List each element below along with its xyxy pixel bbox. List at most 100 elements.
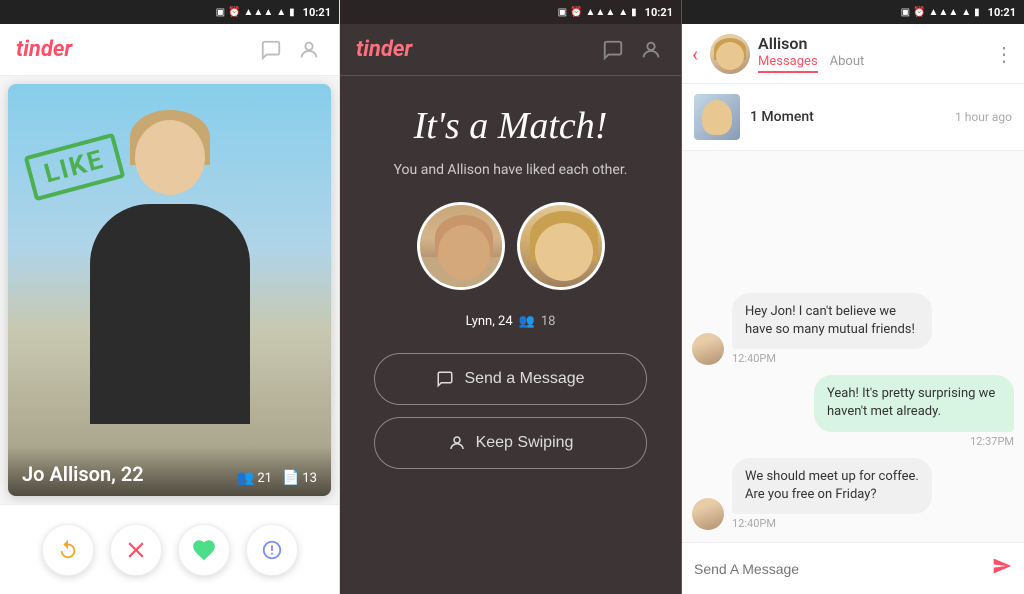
wifi-icon-2: ▲ [618,7,628,18]
boost-button[interactable] [246,524,298,576]
chat-avatar-img [710,34,750,74]
msg-bubble-2: Yeah! It's pretty surprising we haven't … [814,375,1014,431]
like-button[interactable] [178,524,230,576]
moment-row[interactable]: 1 Moment 1 hour ago [682,84,1024,151]
send-message-button[interactable]: Send a Message [374,353,647,405]
match-title: It's a Match! [414,106,608,148]
battery-icon: ▮ [289,7,295,18]
chat-input-bar [682,542,1024,594]
status-bar-3: ▣ ⏰ ▲▲▲ ▲ ▮ 10:21 [682,0,1024,24]
avatar-face [716,42,744,70]
mutual-friends-count: 21 [257,471,272,486]
chat-header-info: Allison Messages About [758,34,986,73]
msg-time-1: 12:40PM [732,352,932,365]
send-button[interactable] [992,556,1012,582]
action-bar [0,504,339,594]
match-avatar-male [417,202,505,290]
person-face [135,120,205,195]
msg-avatar-img-3 [692,498,724,530]
msg-time-3: 12:40PM [732,517,932,530]
message-row-3: We should meet up for coffee. Are you fr… [692,458,1014,530]
alarm-icon: ⏰ [228,7,240,18]
time-display-3: 10:21 [988,6,1016,19]
messages-list[interactable]: 1 Moment 1 hour ago Hey Jon! I can't bel… [682,84,1024,542]
moment-thumbnail [694,94,740,140]
msg-col-3: We should meet up for coffee. Are you fr… [732,458,932,530]
msg-text-1: Hey Jon! I can't believe we have so many… [745,304,915,337]
send-message-label: Send a Message [464,370,584,388]
nope-button[interactable] [110,524,162,576]
card-meta: 👥 21 📄 13 [237,470,317,486]
message-row-1: Hey Jon! I can't believe we have so many… [692,293,1014,365]
moment-label: 1 Moment [750,109,945,125]
male-head [438,225,490,280]
msg-col-1: Hey Jon! I can't believe we have so many… [732,293,932,365]
sim-icon-2: ▣ [558,7,567,18]
moment-image [694,94,740,140]
battery-icon-3: ▮ [974,7,980,18]
time-display-1: 10:21 [303,6,331,19]
more-options-button[interactable]: ⋮ [994,42,1014,66]
chat-avatar [710,34,750,74]
match-content: It's a Match! You and Allison have liked… [340,76,681,594]
msg-bubble-3: We should meet up for coffee. Are you fr… [732,458,932,514]
back-button[interactable]: ‹ [692,42,698,66]
battery-icon-2: ▮ [631,7,637,18]
chat-icon-1[interactable] [257,36,285,64]
msg-col-2: Yeah! It's pretty surprising we haven't … [814,375,1014,447]
name-partial: Jo [22,462,49,486]
msg-avatar-img-1 [692,333,724,365]
card-area[interactable]: LIKE Jo Allison, 22 👥 21 📄 13 [0,76,339,504]
status-icons-1: ▣ ⏰ ▲▲▲ ▲ ▮ [216,7,295,18]
chat-icon-2[interactable] [599,36,627,64]
friends-meta: 👥 21 [237,470,272,486]
panel-match: ▣ ⏰ ▲▲▲ ▲ ▮ 10:21 tinder It's a Match! Y… [340,0,682,594]
profile-icon-1[interactable] [295,36,323,64]
match-card-name: Lynn, 24 [466,314,513,329]
person-head-area [125,102,215,202]
tinder-logo-2: tinder [356,37,589,62]
mutual-icon: 📄 [282,470,299,486]
moment-person [702,100,732,135]
chat-header: ‹ Allison Messages About ⋮ [682,24,1024,84]
msg-text-2: Yeah! It's pretty surprising we haven't … [827,386,995,419]
sim-icon: ▣ [216,7,225,18]
panel-swipe: ▣ ⏰ ▲▲▲ ▲ ▮ 10:21 tinder [0,0,340,594]
signal-icon-3: ▲▲▲ [929,7,959,18]
status-icons-3: ▣ ⏰ ▲▲▲ ▲ ▮ [901,7,980,18]
msg-bubble-1: Hey Jon! I can't believe we have so many… [732,293,932,349]
match-card-info: Lynn, 24 👥 18 [466,314,556,329]
top-bar-1: tinder [0,24,339,76]
status-bar-1: ▣ ⏰ ▲▲▲ ▲ ▮ 10:21 [0,0,339,24]
card-name: Jo Allison, 22 [22,462,144,486]
profile-icon-2[interactable] [637,36,665,64]
chat-input[interactable] [694,561,984,577]
alarm-icon-2: ⏰ [570,7,582,18]
sim-icon-3: ▣ [901,7,910,18]
tab-messages[interactable]: Messages [758,54,818,73]
alarm-icon-3: ⏰ [913,7,925,18]
status-bar-2: ▣ ⏰ ▲▲▲ ▲ ▮ 10:21 [340,0,681,24]
tab-about[interactable]: About [830,54,865,73]
keep-swiping-button[interactable]: Keep Swiping [374,417,647,469]
female-head [535,223,593,281]
msg-avatar-3 [692,498,724,530]
keep-swiping-label: Keep Swiping [476,434,574,452]
profile-card[interactable]: LIKE Jo Allison, 22 👥 21 📄 13 [8,84,331,496]
rewind-button[interactable] [42,524,94,576]
message-row-2: Yeah! It's pretty surprising we haven't … [692,375,1014,447]
card-info: Jo Allison, 22 👥 21 📄 13 [8,446,331,496]
match-subtitle: You and Allison have liked each other. [394,162,628,178]
msg-text-3: We should meet up for coffee. Are you fr… [745,469,919,502]
friends-icon: 👥 [237,470,254,486]
match-buttons: Send a Message Keep Swiping [364,353,657,469]
chat-tabs: Messages About [758,54,986,73]
person-body [90,204,250,424]
male-face [420,205,502,287]
person-figure [8,84,331,496]
msg-time-2: 12:37PM [814,435,1014,448]
signal-icon: ▲▲▲ [244,7,274,18]
card-name-age: Jo Allison, 22 [22,462,144,486]
mutual-meta: 📄 13 [282,470,317,486]
chat-name: Allison [758,34,986,53]
